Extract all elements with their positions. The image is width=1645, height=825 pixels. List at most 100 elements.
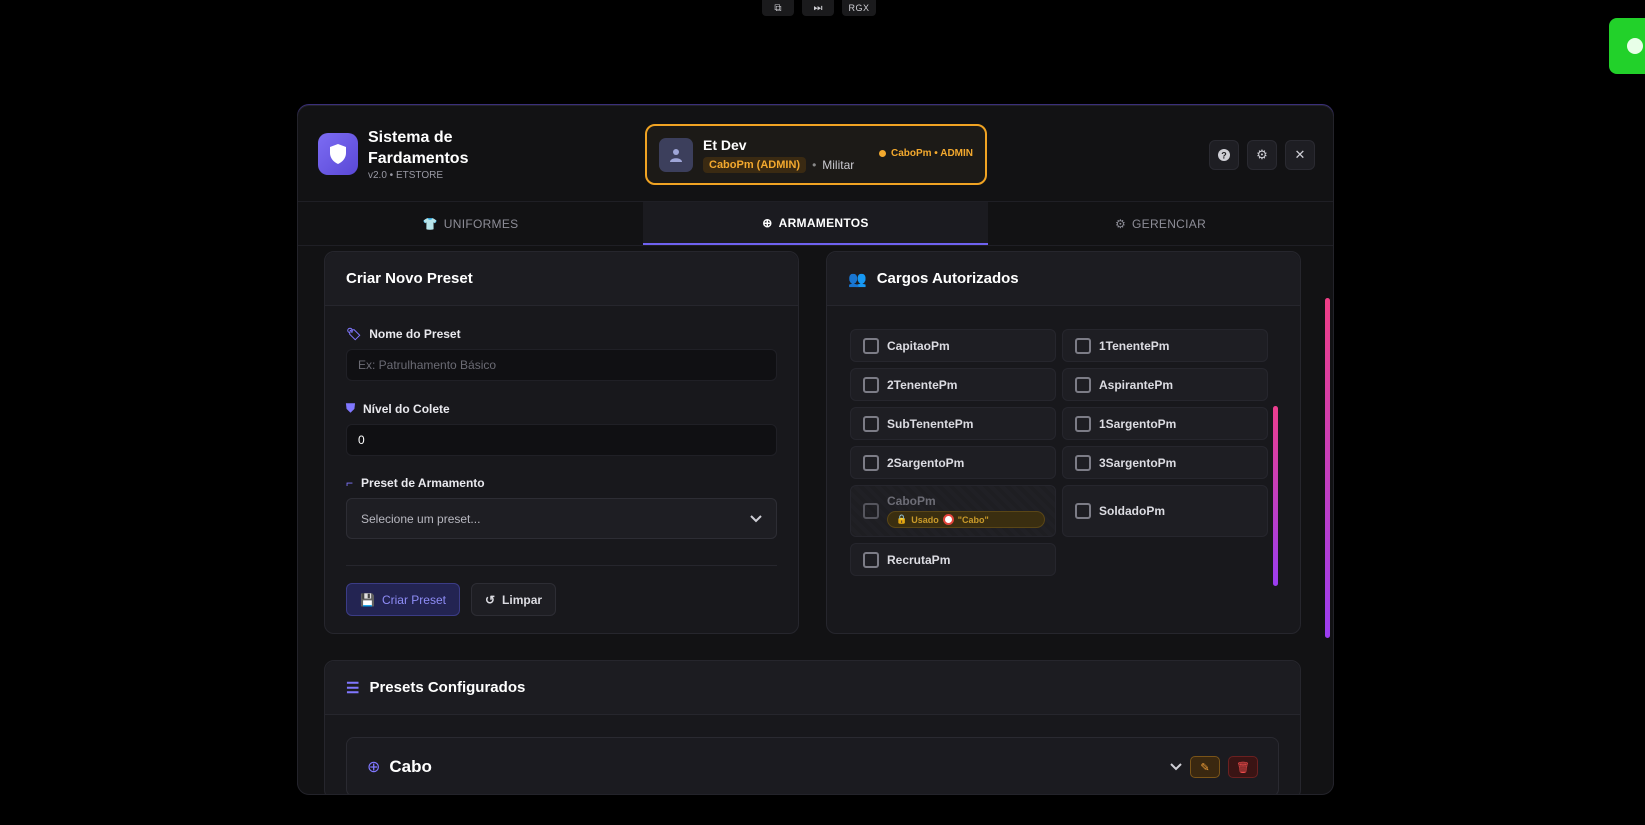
app-subtitle: v2.0 • ETSTORE: [368, 169, 444, 181]
tab-label: ARMAMENTOS: [778, 215, 869, 230]
weapon-preset-label: Preset de Armamento: [361, 476, 485, 490]
settings-button[interactable]: ⚙: [1247, 140, 1277, 170]
preset-name: Cabo: [389, 757, 432, 776]
role-option[interactable]: CapitaoPm: [850, 329, 1056, 362]
share-icon[interactable]: ⧉: [762, 0, 794, 16]
trash-icon: 🗑: [1236, 761, 1250, 774]
user-role-chip: CaboPm (ADMIN): [703, 156, 807, 173]
role-option[interactable]: 1TenentePm: [1062, 329, 1268, 362]
role-label: CaboPm: [887, 494, 936, 508]
user-name: Et Dev: [703, 136, 747, 153]
authorized-roles-panel: 👥 Cargos Autorizados CapitaoPm 1TenenteP…: [826, 251, 1301, 634]
chat-icon: [1627, 38, 1643, 54]
chevron-down-icon[interactable]: [1170, 763, 1182, 771]
vest-level-input[interactable]: 0: [346, 424, 777, 456]
chevron-down-icon: [750, 514, 762, 522]
help-button[interactable]: ?: [1209, 140, 1239, 170]
rgx-label: RGX: [842, 0, 876, 16]
tab-label: UNIFORMES: [443, 216, 519, 231]
checkbox[interactable]: [863, 415, 879, 432]
create-preset-panel: Criar Novo Preset 🏷 Nome do Preset Ex: P…: [324, 251, 799, 634]
app-title: Sistema de Fardamentos: [368, 128, 469, 167]
user-type: Militar: [822, 157, 855, 172]
status-badge: CaboPm • ADMIN: [878, 148, 973, 159]
edit-preset-button[interactable]: ✎: [1190, 756, 1220, 778]
tag-icon: 🏷: [346, 327, 362, 341]
skip-icon[interactable]: ⏭: [802, 0, 834, 16]
shield-icon: ⛊: [346, 401, 356, 415]
preset-name-label: Nome do Preset: [369, 327, 461, 341]
tab-armamentos[interactable]: ⊕ ARMAMENTOS: [643, 202, 988, 245]
panel-title: Cargos Autorizados: [876, 270, 1019, 287]
gears-icon: ⚙: [1114, 216, 1126, 231]
tab-content: Criar Novo Preset 🏷 Nome do Preset Ex: P…: [298, 246, 1333, 794]
reset-icon: ↺: [484, 592, 496, 607]
role-option[interactable]: 1SargentoPm: [1062, 407, 1268, 440]
app-header: Sistema de Fardamentos v2.0 • ETSTORE Et…: [298, 106, 1333, 202]
button-label: Limpar: [502, 592, 543, 607]
status-dot: [878, 150, 886, 157]
preset-name-input[interactable]: Ex: Patrulhamento Básico: [346, 349, 777, 381]
content-scrollbar[interactable]: [1325, 298, 1330, 638]
preset-item[interactable]: ⊕ Cabo ✎ 🗑: [346, 737, 1279, 794]
checkbox[interactable]: [1075, 454, 1091, 471]
roles-scrollbar[interactable]: [1273, 328, 1278, 586]
checkbox[interactable]: [1075, 376, 1091, 393]
role-option[interactable]: 2SargentoPm: [850, 446, 1056, 479]
shield-logo-icon: [318, 132, 358, 175]
no-entry-icon: [942, 514, 954, 525]
crosshair-icon: ⊕: [762, 215, 773, 230]
side-green-tab[interactable]: [1609, 18, 1645, 74]
weapon-preset-select[interactable]: Selecione um preset...: [346, 498, 777, 539]
edit-icon: ✎: [1200, 761, 1210, 774]
shirt-icon: 👕: [422, 216, 438, 231]
checkbox[interactable]: [1075, 415, 1091, 432]
role-option[interactable]: SoldadoPm: [1062, 485, 1268, 537]
checkbox[interactable]: [863, 337, 879, 354]
gear-icon: ⚙: [1256, 147, 1268, 162]
delete-preset-button[interactable]: 🗑: [1228, 756, 1258, 778]
svg-text:?: ?: [1221, 151, 1227, 161]
users-icon: 👥: [848, 270, 867, 288]
user-card: Et Dev CaboPm (ADMIN) • Militar CaboPm •…: [645, 124, 987, 185]
clear-button[interactable]: ↺ Limpar: [470, 583, 557, 616]
vest-level-label: Nível do Colete: [363, 401, 450, 416]
lock-icon: 🔒: [896, 514, 908, 524]
roles-grid: CapitaoPm 1TenentePm 2TenentePm Aspirant…: [850, 329, 1268, 576]
used-badge: 🔒 Usado "Cabo": [887, 511, 1045, 528]
gun-icon: ⌐: [346, 476, 354, 490]
tab-label: GERENCIAR: [1132, 216, 1207, 231]
role-option-disabled: CaboPm 🔒 Usado "Cabo": [850, 485, 1056, 537]
button-label: Criar Preset: [381, 592, 446, 607]
main-tabs: 👕 UNIFORMES ⊕ ARMAMENTOS ⚙ GERENCIAR: [298, 202, 1333, 246]
checkbox[interactable]: [863, 551, 879, 568]
overlay-toolbar: ⧉ ⏭ RGX: [762, 0, 876, 16]
crosshair-icon: ⊕: [367, 759, 381, 776]
checkbox-disabled: [863, 503, 879, 519]
divider: [346, 565, 777, 566]
user-avatar-icon: [659, 137, 693, 172]
list-icon: ☰: [346, 679, 360, 697]
tab-uniformes[interactable]: 👕 UNIFORMES: [298, 202, 643, 245]
tab-gerenciar[interactable]: ⚙ GERENCIAR: [988, 202, 1333, 245]
help-icon: ?: [1218, 149, 1230, 161]
save-icon: 💾: [360, 592, 375, 607]
used-preset: "Cabo": [957, 514, 989, 525]
role-option[interactable]: RecrutaPm: [850, 543, 1056, 576]
app-window: Sistema de Fardamentos v2.0 • ETSTORE Et…: [297, 105, 1334, 795]
close-button[interactable]: ✕: [1285, 140, 1315, 170]
checkbox[interactable]: [1075, 503, 1091, 519]
create-preset-button[interactable]: 💾 Criar Preset: [346, 583, 460, 616]
status-text: CaboPm • ADMIN: [890, 148, 973, 159]
role-option[interactable]: AspirantePm: [1062, 368, 1268, 401]
checkbox[interactable]: [1075, 337, 1091, 354]
role-option[interactable]: 3SargentoPm: [1062, 446, 1268, 479]
scroll-thumb[interactable]: [1273, 406, 1278, 586]
checkbox[interactable]: [863, 376, 879, 393]
role-option[interactable]: 2TenentePm: [850, 368, 1056, 401]
panel-title: Presets Configurados: [369, 679, 526, 696]
checkbox[interactable]: [863, 454, 879, 471]
used-prefix: Usado: [911, 514, 939, 525]
role-option[interactable]: SubTenentePm: [850, 407, 1056, 440]
configured-presets-panel: ☰ Presets Configurados ⊕ Cabo ✎ 🗑: [324, 660, 1301, 794]
